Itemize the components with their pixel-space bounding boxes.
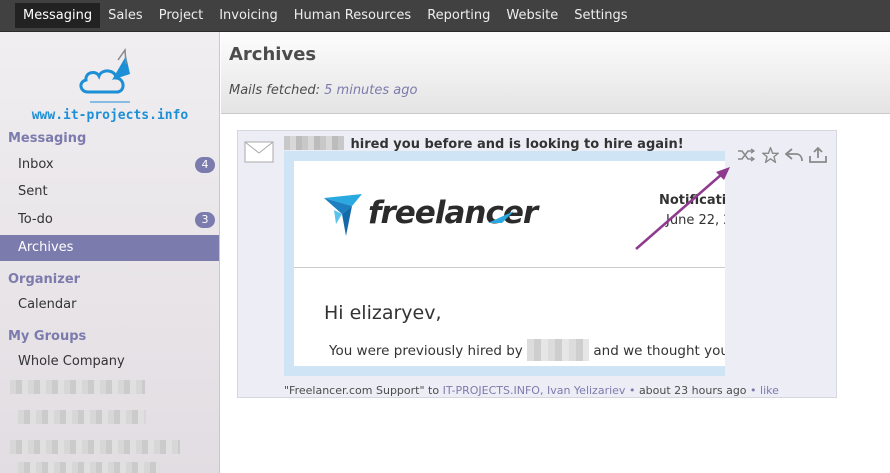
page-header: Archives Mails fetched: 5 minutes ago <box>221 32 890 114</box>
sidebar-item-whole-company[interactable]: Whole Company <box>0 349 219 375</box>
todo-count-badge: 3 <box>195 212 215 228</box>
subject-text: hired you before and is looking to hire … <box>350 137 684 152</box>
message-time: about 23 hours ago <box>638 384 747 397</box>
notification-date: June 22, 2 <box>666 213 725 228</box>
redacted-sender-name <box>284 136 344 150</box>
to-word: to <box>428 384 440 397</box>
sidebar-item-label: To-do <box>18 212 53 227</box>
redacted-group-item[interactable] <box>10 380 145 394</box>
body-suffix: and we thought you shou <box>593 343 725 359</box>
mails-fetched-status: Mails fetched: 5 minutes ago <box>229 83 417 98</box>
menu-reporting[interactable]: Reporting <box>419 3 498 28</box>
message-footer: "Freelancer.com Support" to IT-PROJECTS.… <box>284 384 779 397</box>
redacted-client-name <box>527 339 590 361</box>
wordmark-accent-icon <box>488 211 514 223</box>
sidebar-item-inbox[interactable]: Inbox 4 <box>0 152 219 178</box>
redacted-group-item[interactable] <box>18 462 158 473</box>
sidebar-item-todo[interactable]: To-do 3 <box>0 207 219 233</box>
sidebar: www.it-projects.info Messaging Inbox 4 S… <box>0 32 220 473</box>
reply-icon <box>785 148 803 162</box>
redacted-group-item[interactable] <box>18 410 146 424</box>
fetched-time-link[interactable]: 5 minutes ago <box>324 83 417 98</box>
menu-invoicing[interactable]: Invoicing <box>211 3 286 28</box>
separator-dot: • <box>628 384 636 397</box>
page-title: Archives <box>229 44 317 65</box>
cloud-logo-icon <box>79 47 130 103</box>
notification-title: Notificatio <box>659 193 725 208</box>
section-messaging: Messaging <box>8 131 87 146</box>
fetched-label: Mails fetched: <box>229 83 320 98</box>
sidebar-item-label: Archives <box>18 240 74 255</box>
message-subject[interactable]: hired you before and is looking to hire … <box>284 136 684 152</box>
body-prefix: You were previously hired by <box>329 343 523 359</box>
top-menu: Messaging Sales Project Invoicing Human … <box>0 0 890 32</box>
divider <box>294 267 725 268</box>
email-greeting: Hi elizaryev, <box>324 302 442 324</box>
envelope-icon <box>244 141 274 163</box>
menu-settings[interactable]: Settings <box>566 3 635 28</box>
company-logo[interactable]: www.it-projects.info <box>30 44 190 126</box>
email-body-text: You were previously hired by and we thou… <box>329 339 725 361</box>
message-actions <box>736 146 828 164</box>
section-organizer: Organizer <box>8 272 81 287</box>
sidebar-item-label: Inbox <box>18 157 54 172</box>
freelancer-logo: freelancer <box>322 191 538 239</box>
menu-human-resources[interactable]: Human Resources <box>286 3 419 28</box>
redacted-group-item[interactable] <box>10 440 180 454</box>
reply-button[interactable] <box>784 146 804 164</box>
menu-project[interactable]: Project <box>151 3 211 28</box>
like-link[interactable]: like <box>760 384 779 397</box>
sidebar-item-label: Whole Company <box>18 354 125 369</box>
logo-text: www.it-projects.info <box>31 108 189 123</box>
message-card[interactable]: hired you before and is looking to hire … <box>237 130 837 398</box>
message-recipients-link[interactable]: IT-PROJECTS.INFO, Ivan Yelizariev <box>443 384 626 397</box>
sidebar-item-label: Calendar <box>18 297 77 312</box>
star-icon <box>761 147 779 163</box>
sidebar-item-calendar[interactable]: Calendar <box>0 292 219 318</box>
email-content: freelancer Notificatio June 22, 2 Hi eli… <box>294 161 725 366</box>
inbox-count-badge: 4 <box>195 157 215 173</box>
menu-sales[interactable]: Sales <box>100 3 151 28</box>
sidebar-item-sent[interactable]: Sent <box>0 179 219 205</box>
upload-icon <box>809 147 827 163</box>
menu-messaging[interactable]: Messaging <box>15 3 101 28</box>
section-my-groups: My Groups <box>8 329 87 344</box>
star-button[interactable] <box>760 146 780 164</box>
shuffle-icon <box>738 148 755 162</box>
menu-website[interactable]: Website <box>498 3 566 28</box>
export-button[interactable] <box>808 146 828 164</box>
sidebar-item-archives[interactable]: Archives <box>0 235 219 261</box>
bird-logo-icon <box>324 194 362 236</box>
sidebar-item-label: Sent <box>18 184 48 199</box>
message-body: freelancer Notificatio June 22, 2 Hi eli… <box>284 151 725 376</box>
message-from: "Freelancer.com Support" <box>284 384 425 397</box>
unarchive-button[interactable] <box>736 146 756 164</box>
separator-dot: • <box>750 384 757 397</box>
